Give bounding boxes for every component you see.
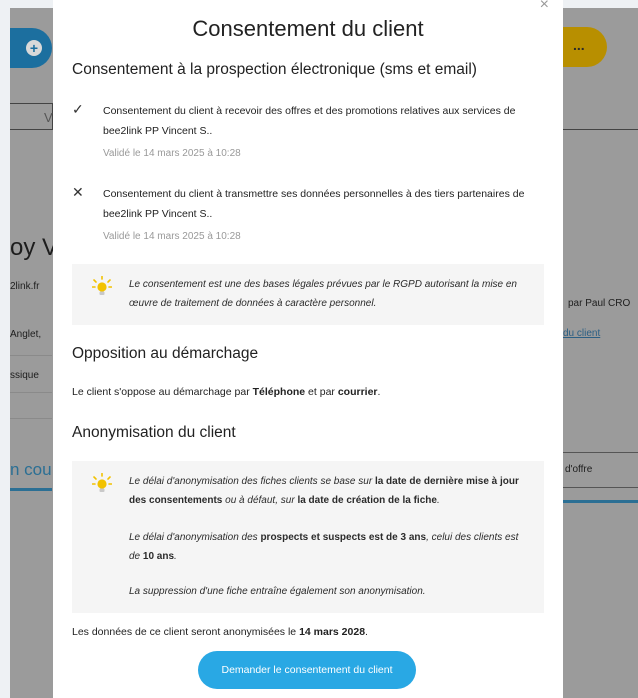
consent-item-date: Validé le 14 mars 2025 à 10:28 xyxy=(103,148,241,159)
cross-icon: ✕ xyxy=(72,184,84,200)
background-tab-line xyxy=(10,129,52,130)
request-consent-button[interactable]: Demander le consentement du client xyxy=(198,651,416,689)
consent-item-text: Consentement du client à transmettre ses… xyxy=(103,188,525,220)
background-offer-fragment: d'offre xyxy=(565,464,593,475)
consent-item-text: Consentement du client à recevoir des of… xyxy=(103,105,516,137)
background-author-fragment: par Paul CRO xyxy=(568,298,631,309)
opposition-channel-phone: Téléphone xyxy=(252,386,306,398)
section-heading-opposition: Opposition au démarchage xyxy=(72,345,259,362)
anonymisation-info-box: Le délai d'anonymisation des fiches clie… xyxy=(72,461,544,613)
background-separator xyxy=(10,418,52,419)
consent-modal: × Consentement du client Consentement à … xyxy=(53,0,563,698)
background-courses-fragment: n cou xyxy=(10,460,52,479)
lightbulb-icon xyxy=(92,276,112,295)
anonymisation-date-text: Les données de ce client seront anonymis… xyxy=(72,626,368,638)
rgpd-info-box: Le consentement est une des bases légale… xyxy=(72,264,544,325)
background-tab-fragment: V xyxy=(44,110,53,125)
background-separator xyxy=(10,355,52,356)
background-left-edge xyxy=(0,0,10,698)
background-type-fragment: ssique xyxy=(10,370,39,381)
anonymisation-rule-text: Le délai d'anonymisation des fiches clie… xyxy=(129,476,519,506)
background-city-fragment: Anglet, xyxy=(10,329,42,340)
background-more-button: ... xyxy=(563,27,607,67)
background-link-fragment: du client xyxy=(563,328,601,339)
background-tab-underline xyxy=(10,488,52,491)
background-email-fragment: 2link.fr xyxy=(10,281,40,292)
background-tab-line-right xyxy=(563,129,638,130)
anonymisation-date: 14 mars 2028 xyxy=(299,626,366,638)
plus-icon: + xyxy=(26,40,42,56)
opposition-text: Le client s'oppose au démarchage par Tél… xyxy=(72,386,381,398)
anonymisation-deletion-text: La suppression d'une fiche entraîne égal… xyxy=(129,586,426,597)
modal-title: Consentement du client xyxy=(192,16,424,41)
close-icon[interactable]: × xyxy=(540,0,549,14)
section-heading-anonymisation: Anonymisation du client xyxy=(72,424,236,441)
background-name-fragment: oy V xyxy=(10,234,59,261)
opposition-channel-mail: courrier xyxy=(337,386,378,398)
anonymisation-delay-text: Le délai d'anonymisation des prospects e… xyxy=(129,532,519,562)
background-tab-underline-right xyxy=(563,500,638,503)
check-icon: ✓ xyxy=(72,101,84,117)
section-heading-electronic-prospecting: Consentement à la prospection électroniq… xyxy=(72,61,477,78)
background-separator xyxy=(10,392,52,393)
rgpd-info-text: Le consentement est une des bases légale… xyxy=(129,279,517,309)
consent-item-date: Validé le 14 mars 2025 à 10:28 xyxy=(103,231,241,242)
lightbulb-icon xyxy=(92,473,112,492)
background-add-button: + xyxy=(10,28,52,68)
